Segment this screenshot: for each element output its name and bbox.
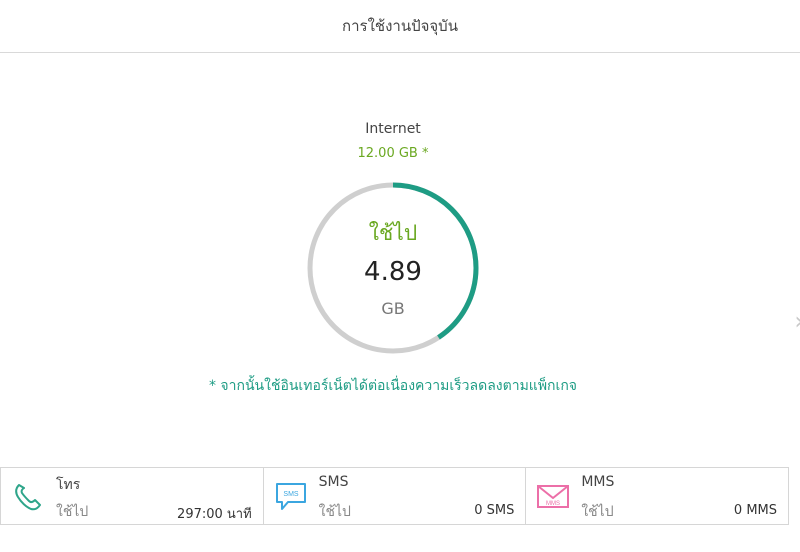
service-name: SMS <box>318 474 349 490</box>
svg-text:SMS: SMS <box>283 491 299 498</box>
page-header: การใช้งานปัจจุบัน <box>0 0 800 53</box>
service-used-label: ใช้ไป <box>56 504 89 520</box>
service-usage-row: โทร ใช้ไป 297:00 นาที SMS SMS ใช้ไป 0 SM… <box>0 467 789 525</box>
service-card-call[interactable]: โทร ใช้ไป 297:00 นาที <box>1 468 264 524</box>
internet-label: Internet <box>365 121 421 137</box>
sms-icon: SMS <box>275 483 306 510</box>
service-used-value: 297:00 นาที <box>177 507 252 522</box>
service-name: MMS <box>581 474 615 490</box>
service-used-label: ใช้ไป <box>581 504 614 520</box>
mms-icon: MMS <box>537 485 570 508</box>
service-used-label: ใช้ไป <box>318 504 351 520</box>
internet-quota: 12.00 GB * <box>357 146 429 161</box>
service-card-mms[interactable]: MMS MMS ใช้ไป 0 MMS <box>526 468 788 524</box>
internet-usage-panel: Internet 12.00 GB * ใช้ไป 4.89 GB * จากน… <box>0 53 800 413</box>
service-card-sms[interactable]: SMS SMS ใช้ไป 0 SMS <box>264 468 527 524</box>
gauge-used-value: 4.89 <box>364 257 422 287</box>
service-used-value: 0 MMS <box>733 503 778 518</box>
page-title: การใช้งานปัจจุบัน <box>342 17 458 35</box>
service-name: โทร <box>56 477 81 493</box>
svg-text:MMS: MMS <box>546 501 560 507</box>
gauge-used-label: ใช้ไป <box>368 221 418 245</box>
service-used-value: 0 SMS <box>474 503 515 518</box>
phone-icon <box>15 484 41 511</box>
gauge-used-unit: GB <box>381 299 405 318</box>
chevron-right-icon[interactable]: › <box>794 307 800 335</box>
speed-note: * จากนั้นใช้อินเทอร์เน็ตได้ต่อเนื่องความ… <box>208 378 577 394</box>
usage-gauge: ใช้ไป 4.89 GB <box>306 181 480 355</box>
